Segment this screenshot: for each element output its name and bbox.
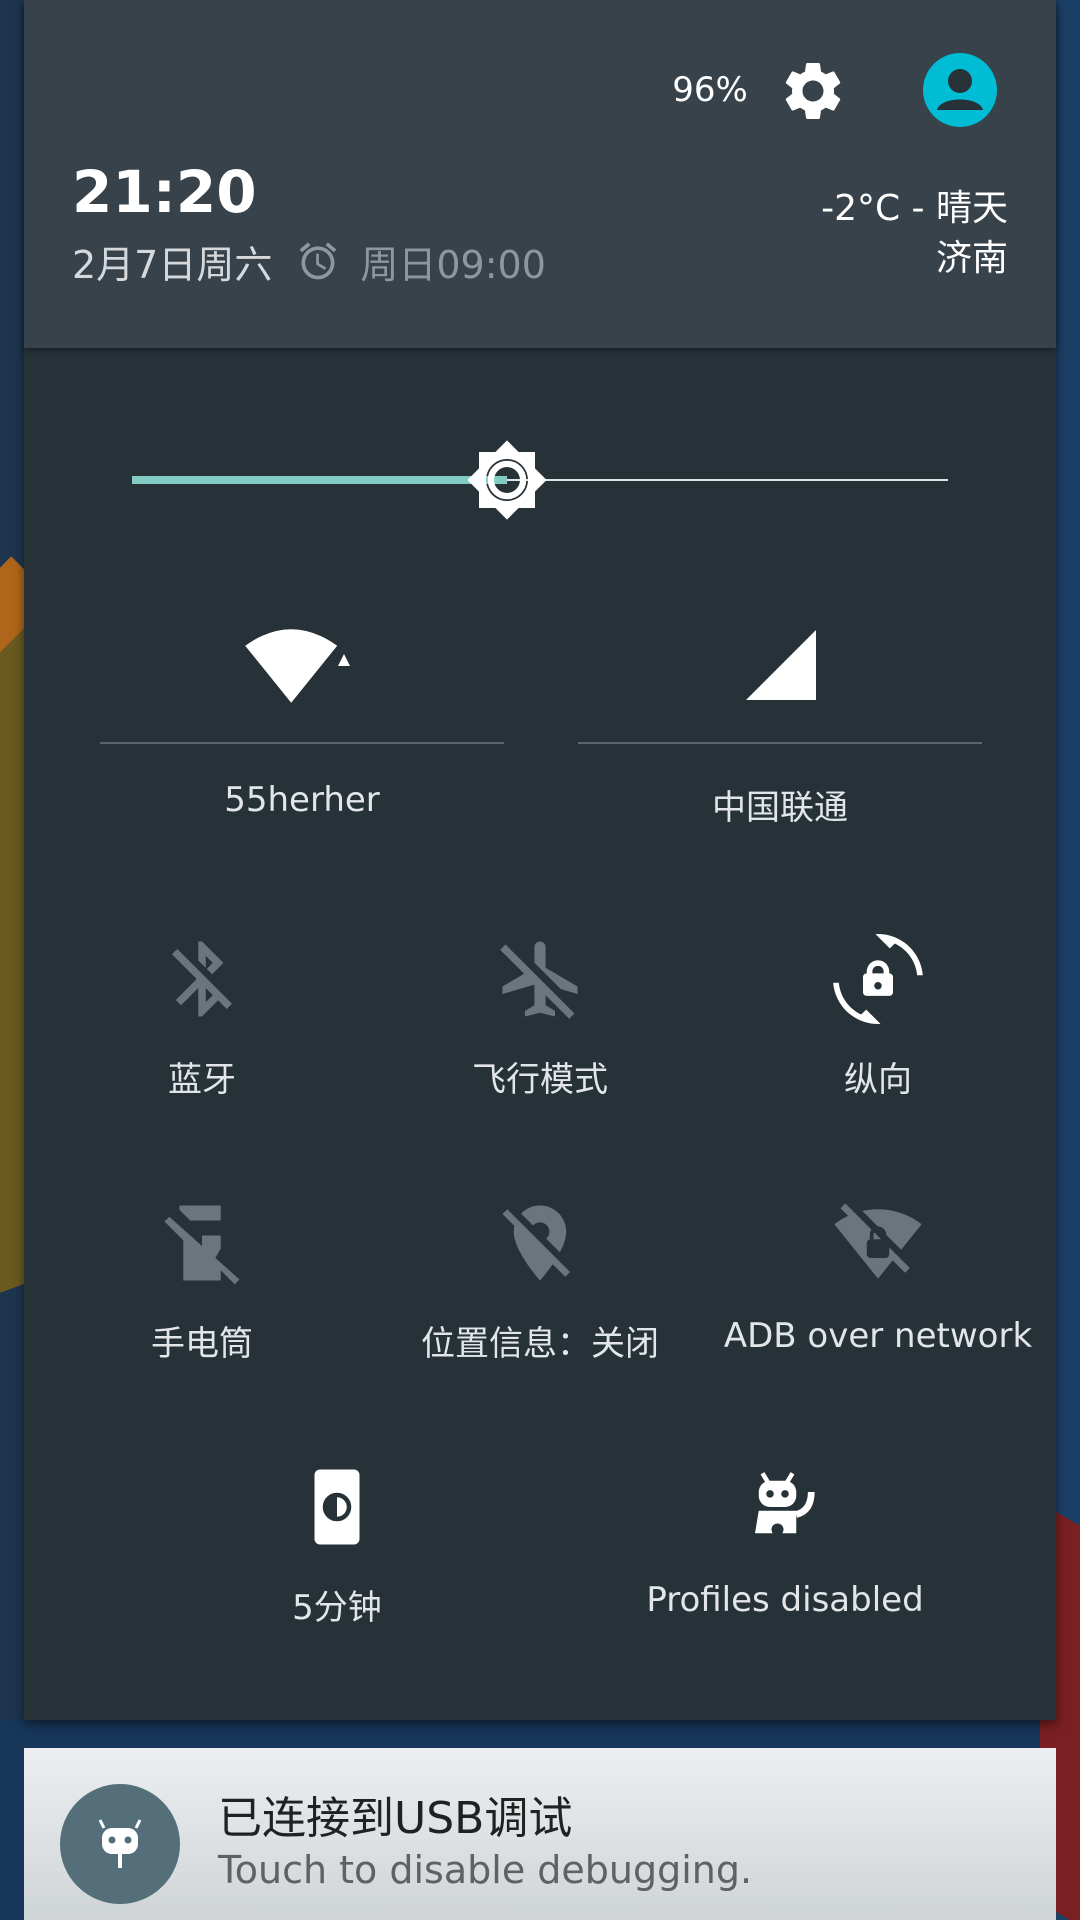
tile-label: Profiles disabled [646, 1580, 924, 1620]
wifi-icon [245, 629, 350, 703]
notification-title: 已连接到USB调试 [218, 1793, 573, 1844]
tile-location[interactable]: 位置信息：关闭 [375, 1198, 705, 1398]
cyanogen-bug-icon [60, 1784, 180, 1904]
alarm-clock-icon [300, 242, 337, 280]
tile-label: 蓝牙 [168, 1060, 236, 1100]
tile-wifi[interactable]: 55herher [100, 620, 504, 840]
next-alarm[interactable]: 周日09:00 [360, 234, 546, 289]
carrier-name: 中国联通 [712, 788, 848, 828]
tile-profiles[interactable]: Profiles disabled [620, 1462, 950, 1662]
notification-text: Touch to disable debugging. [218, 1848, 753, 1892]
date-text[interactable]: 2月7日周六 [72, 234, 272, 289]
weather-temperature: -2°C - 晴天 [821, 188, 1008, 229]
clock[interactable]: 21:20 [72, 158, 257, 226]
tile-airplane-mode[interactable]: 飞行模式 [375, 934, 705, 1134]
brightness-fill [132, 476, 508, 484]
location-off-icon [502, 1205, 570, 1281]
tile-label: 手电筒 [151, 1324, 253, 1364]
tile-label: 5分钟 [292, 1588, 382, 1628]
airplane-off-icon [500, 941, 578, 1019]
brightness-sun-icon[interactable] [465, 438, 549, 522]
quick-settings-panel: 96% 21:20 2月7日周六 周日09:00 -2°C - 晴天 济南 55… [24, 0, 1056, 1720]
tile-cellular[interactable]: 中国联通 [578, 620, 982, 840]
tile-divider [100, 742, 504, 744]
tile-label: ADB over network [723, 1316, 1033, 1356]
tile-divider [578, 742, 982, 744]
tile-flashlight[interactable]: 手电筒 [37, 1198, 367, 1398]
cellular-signal-icon [746, 630, 816, 700]
bluetooth-off-icon [172, 941, 232, 1017]
gear-icon[interactable] [778, 56, 848, 126]
battery-percentage: 96% [672, 70, 748, 110]
wifi-network-name: 55herher [224, 780, 380, 820]
tile-adb-network[interactable]: ADB over network [713, 1198, 1043, 1398]
usb-debugging-notification[interactable]: 已连接到USB调试 Touch to disable debugging. [24, 1748, 1056, 1920]
tile-screen-timeout[interactable]: 5分钟 [172, 1462, 502, 1662]
rotation-lock-icon [833, 934, 923, 1024]
profiles-icon [755, 1472, 815, 1536]
tile-label: 位置信息：关闭 [421, 1324, 659, 1364]
avatar-icon[interactable] [922, 52, 998, 128]
tile-label: 纵向 [844, 1060, 912, 1100]
weather-info[interactable]: -2°C - 晴天 济南 [821, 184, 1008, 284]
tile-bluetooth[interactable]: 蓝牙 [37, 934, 367, 1134]
date-row: 2月7日周六 周日09:00 [72, 234, 546, 289]
tile-rotation[interactable]: 纵向 [713, 934, 1043, 1134]
status-header: 96% 21:20 2月7日周六 周日09:00 -2°C - 晴天 济南 [24, 0, 1056, 348]
tile-label: 飞行模式 [472, 1060, 608, 1100]
adb-network-off-icon [834, 1203, 922, 1279]
screen-timeout-icon [314, 1469, 360, 1545]
weather-city: 济南 [935, 238, 1008, 279]
flashlight-off-icon [164, 1205, 240, 1285]
brightness-slider[interactable] [132, 438, 948, 522]
